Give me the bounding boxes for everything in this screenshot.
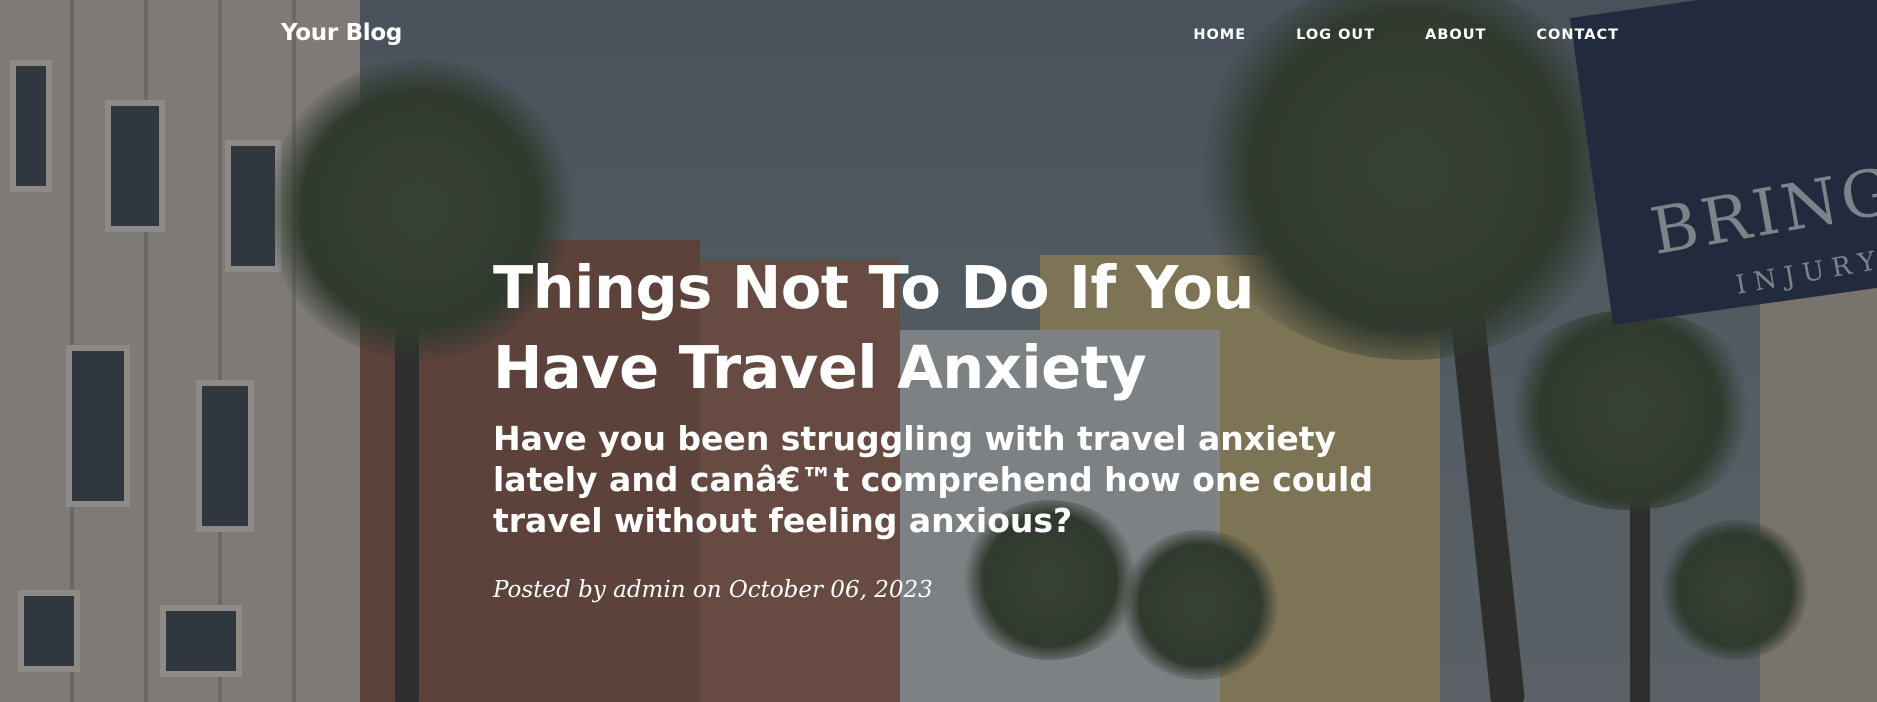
post-heading: Things Not To Do If You Have Travel Anxi… <box>493 248 1393 603</box>
post-subtitle: Have you been struggling with travel anx… <box>493 419 1373 540</box>
post-title: Things Not To Do If You Have Travel Anxi… <box>493 253 1255 402</box>
nav-links: Home Log Out About Contact <box>1193 27 1619 43</box>
navbar: Your Blog Home Log Out About Contact <box>0 0 1877 76</box>
nav-contact-link[interactable]: Contact <box>1536 27 1619 43</box>
meta-prefix: Posted by <box>493 577 606 603</box>
meta-on: on <box>692 577 722 603</box>
masthead: BRING INJURY Your Blog Home Log Out Abou… <box>0 0 1877 702</box>
post-author: admin <box>613 577 686 603</box>
brand-link[interactable]: Your Blog <box>281 20 402 46</box>
post-date: October 06, 2023 <box>728 577 933 603</box>
nav-about-link[interactable]: About <box>1425 27 1486 43</box>
nav-logout-link[interactable]: Log Out <box>1296 27 1375 43</box>
nav-home-link[interactable]: Home <box>1193 27 1246 43</box>
post-meta: Posted by admin on October 06, 2023 <box>493 577 1393 603</box>
